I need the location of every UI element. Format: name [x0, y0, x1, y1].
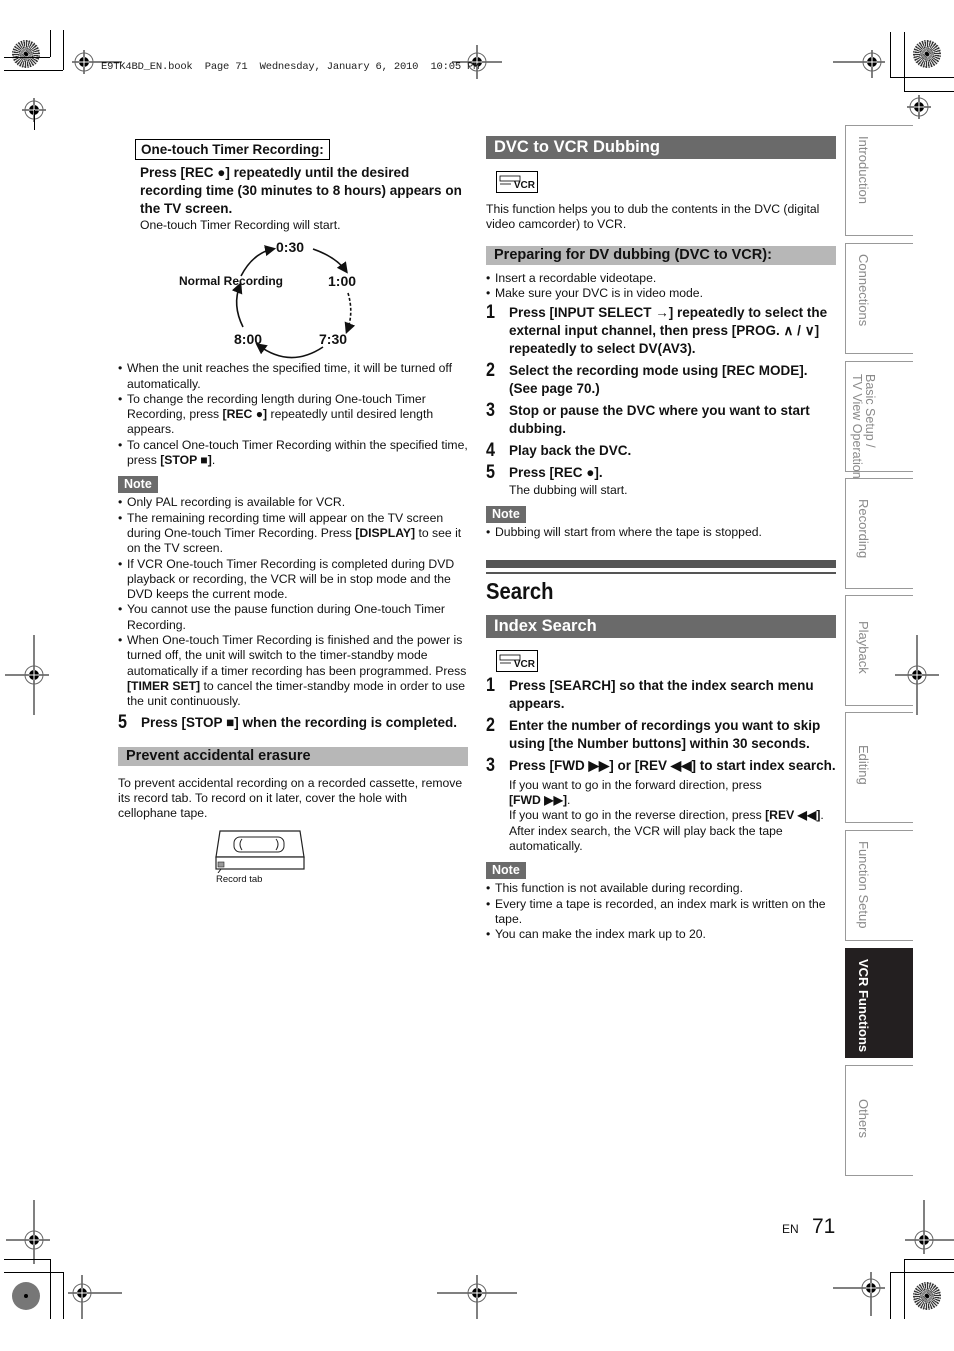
registration-star-icon [12, 1282, 40, 1310]
dvc-step-4: 4 Play back the DVC. [486, 440, 632, 462]
side-tab-connections[interactable]: Connections [845, 243, 913, 354]
index-notes: This function is not available during re… [486, 881, 836, 942]
cassette-illustration: Record tab [118, 821, 468, 887]
side-tab-basic-setup[interactable]: Basic Setup / TV View Operation [845, 361, 913, 479]
crosshair-icon [905, 1200, 954, 1254]
otr-step-text: Press [REC ●] repeatedly until the desir… [140, 165, 462, 216]
list-item: The remaining recording time will appear… [118, 511, 468, 557]
index-step-3-detail: If you want to go in the forward directi… [509, 777, 824, 853]
crosshair-icon [833, 50, 885, 78]
cycle-label-7-30: 7:30 [319, 331, 348, 348]
crosshair-icon [437, 1275, 517, 1319]
list-item: When the unit reaches the specified time… [118, 361, 468, 392]
crosshair-icon [5, 635, 49, 715]
note-label: Note [486, 506, 526, 524]
crosshair-icon [68, 1275, 122, 1319]
prevent-erasure-text: To prevent accidental recording on a rec… [118, 775, 463, 821]
list-item: To change the recording length during On… [118, 392, 468, 438]
side-tab-editing[interactable]: Editing [845, 712, 913, 823]
list-item: Dubbing will start from where the tape i… [486, 525, 836, 541]
list-item: Only PAL recording is available for VCR. [118, 495, 468, 511]
crosshair-icon [6, 1200, 50, 1264]
list-item: You can make the index mark up to 20. [486, 927, 836, 943]
page-number: 71 [812, 1215, 836, 1238]
dvc-dubbing-heading: DVC to VCR Dubbing [486, 136, 836, 159]
list-item: This function is not available during re… [486, 881, 836, 897]
section-divider-thin [486, 571, 836, 574]
search-section-title: Search [486, 577, 554, 604]
dvc-step-1: 1 Press [INPUT SELECT →] repeatedly to s… [486, 302, 828, 357]
crosshair-icon [907, 95, 931, 119]
side-tab-introduction[interactable]: Introduction [845, 125, 913, 236]
list-item: Make sure your DVC is in video mode. [486, 286, 836, 302]
list-item: You cannot use the pause function during… [118, 602, 468, 633]
prevent-erasure-heading: Prevent accidental erasure [118, 746, 468, 766]
prep-bullets: Insert a recordable videotape. Make sure… [486, 271, 836, 302]
cycle-label-0-30: 0:30 [276, 239, 305, 256]
index-search-heading: Index Search [486, 614, 836, 638]
dvc-step-5: 5 Press [REC ●]. The dubbing will start. [486, 462, 836, 498]
language-label: EN [782, 1222, 799, 1236]
list-item: When One-touch Timer Recording is finish… [118, 633, 468, 709]
crosshair-icon [833, 1272, 885, 1316]
step-5-stop: 5 Press [STOP ■] when the recording is c… [118, 711, 457, 733]
otr-result-text: One-touch Timer Recording will start. [140, 218, 341, 232]
list-item: Every time a tape is recorded, an index … [486, 897, 836, 928]
otr-bullets: When the unit reaches the specified time… [118, 361, 468, 468]
cycle-label-8-00: 8:00 [234, 331, 263, 348]
cycle-label-1-00: 1:00 [328, 273, 357, 290]
side-tab-others[interactable]: Others [845, 1065, 913, 1176]
print-slug: E9TK4BD_EN.book Page 71 Wednesday, Janua… [101, 61, 480, 73]
side-tab-playback[interactable]: Playback [845, 595, 913, 706]
side-tab-recording[interactable]: Recording [845, 478, 913, 589]
list-item: To cancel One-touch Timer Recording with… [118, 438, 468, 469]
dvc-step-2: 2 Select the recording mode using [REC M… [486, 360, 808, 397]
left-column: One-touch Timer Recording: Press [REC ●]… [118, 139, 468, 887]
vcr-badge-icon: VCR [496, 649, 538, 672]
right-column: DVC to VCR Dubbing VCR This function hel… [486, 136, 836, 943]
vhs-cassette-icon [215, 830, 305, 874]
index-step-3: 3 Press [FWD ▶▶] or [REV ◀◀] to start in… [486, 754, 836, 853]
one-touch-timer-title: One-touch Timer Recording: [135, 139, 330, 160]
prep-dv-dubbing-heading: Preparing for DV dubbing (DVC to VCR): [486, 245, 836, 265]
section-divider [486, 559, 836, 568]
registration-star-icon [913, 40, 941, 68]
dvc-notes: Dubbing will start from where the tape i… [486, 525, 836, 541]
recording-time-cycle-diagram: 0:30 Normal Recording 1:00 8:00 7:30 [118, 233, 468, 361]
note-label: Note [118, 476, 158, 494]
side-tab-function-setup[interactable]: Function Setup [845, 830, 913, 941]
dvc-step-3: 3 Stop or pause the DVC where you want t… [486, 400, 810, 437]
record-tab-label: Record tab [216, 874, 263, 886]
otr-notes: Only PAL recording is available for VCR.… [118, 495, 468, 709]
registration-star-icon [913, 1282, 941, 1310]
dvc-step-5-result: The dubbing will start. [509, 483, 628, 498]
cycle-label-normal: Normal Recording [179, 274, 284, 289]
index-step-2: 2 Enter the number of recordings you wan… [486, 714, 821, 751]
registration-star-icon [12, 40, 40, 68]
vcr-badge-icon: VCR [496, 171, 538, 193]
list-item: If VCR One-touch Timer Recording is comp… [118, 557, 468, 603]
side-tab-vcr-functions[interactable]: VCR Functions [845, 948, 913, 1058]
note-label: Note [486, 862, 526, 880]
dvc-intro-text: This function helps you to dub the conte… [486, 202, 820, 232]
list-item: Insert a recordable videotape. [486, 271, 836, 287]
index-step-1: 1 Press [SEARCH] so that the index searc… [486, 674, 814, 711]
